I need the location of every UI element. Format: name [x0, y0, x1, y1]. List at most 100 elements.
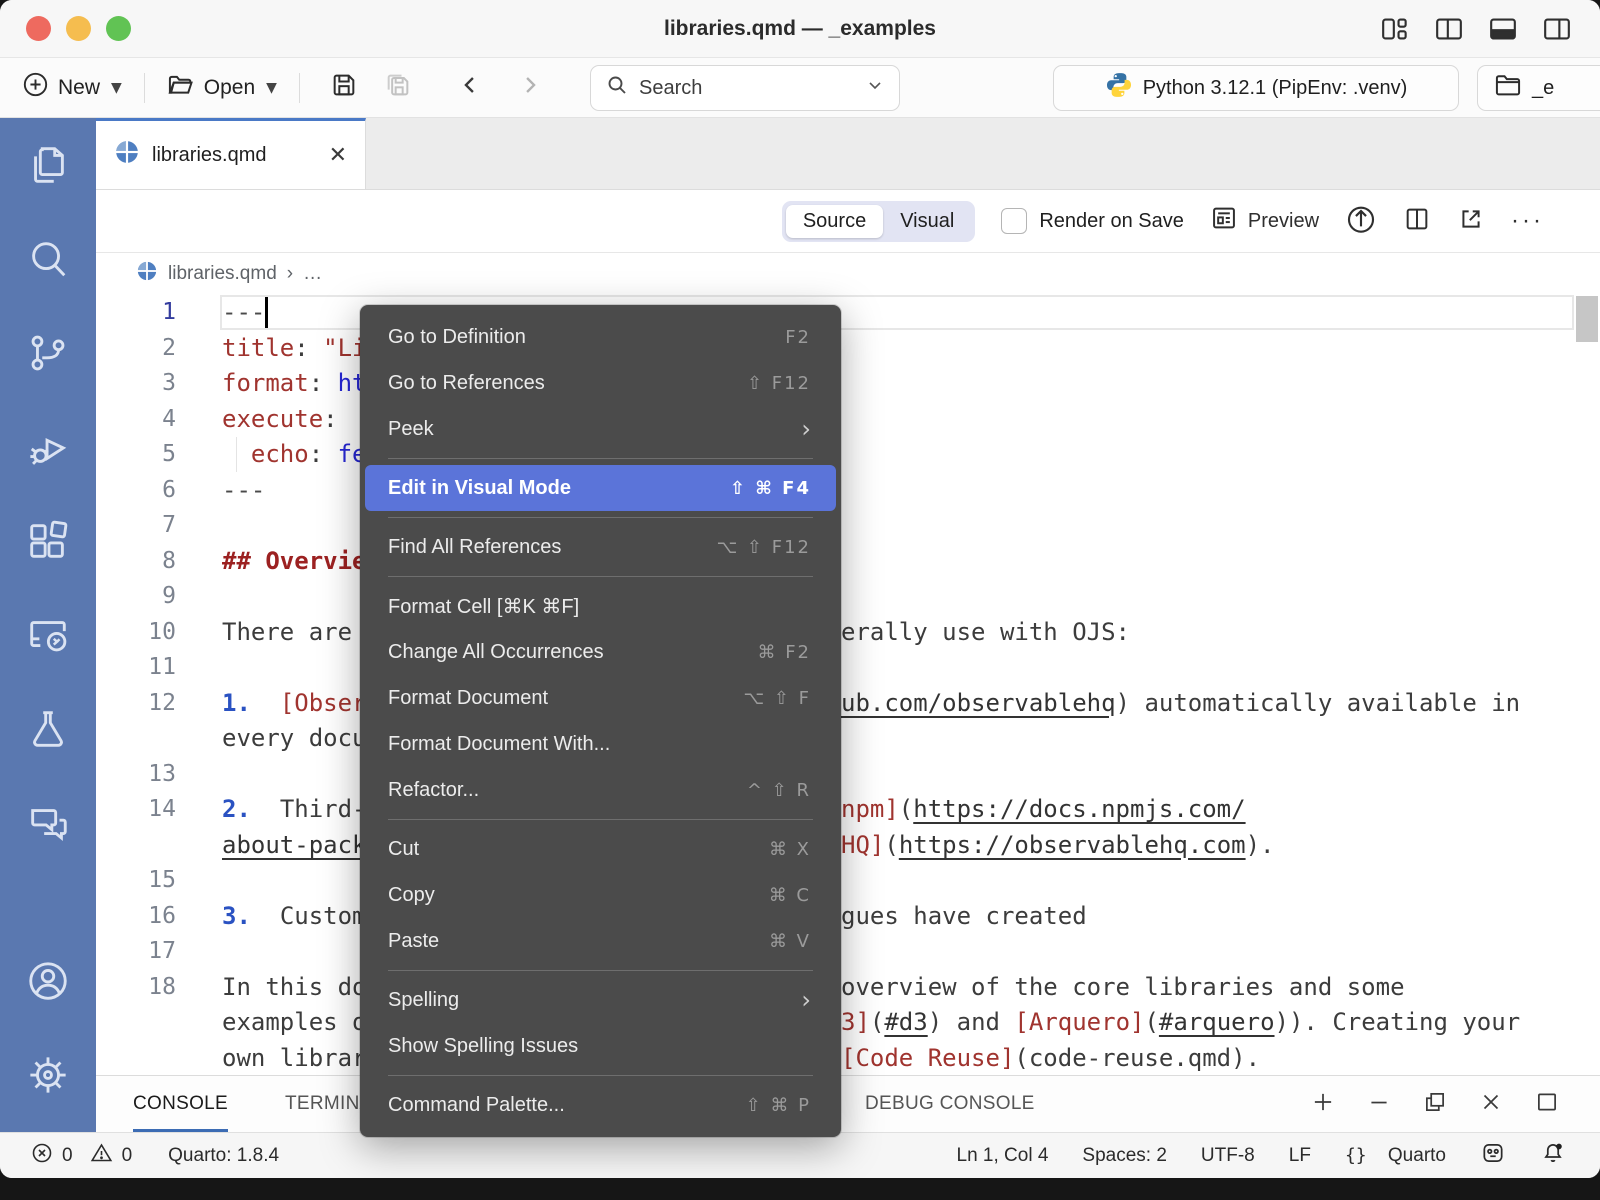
render-document-icon[interactable]: [1345, 203, 1377, 240]
menu-item-refactor[interactable]: Refactor...^ ⇧ R: [360, 767, 841, 813]
source-mode-button[interactable]: Source: [786, 205, 883, 238]
menu-item-spelling[interactable]: Spelling›: [360, 977, 841, 1023]
menu-item-command-palette[interactable]: Command Palette...⇧ ⌘ P: [360, 1082, 841, 1128]
menu-item-label: Show Spelling Issues: [388, 1035, 811, 1058]
code-line: own librar[Code Reuse](code-reuse.qmd).: [96, 1041, 1600, 1076]
save-all-button[interactable]: [384, 71, 412, 105]
code-token: #d3: [884, 1008, 927, 1036]
python-logo-icon: [1105, 71, 1133, 105]
toggle-primary-sidebar-icon[interactable]: [1434, 16, 1464, 42]
code-line: 7: [96, 508, 1600, 544]
breadcrumb-file[interactable]: libraries.qmd: [168, 263, 277, 285]
more-actions-icon[interactable]: ···: [1511, 207, 1544, 235]
open-button[interactable]: Open ▼: [167, 72, 277, 104]
breadcrumb-more[interactable]: …: [303, 263, 322, 285]
close-tab-icon[interactable]: ✕: [329, 143, 347, 168]
code-token: execute: [222, 405, 323, 433]
sidebar-item-sessions[interactable]: [0, 588, 96, 682]
sidebar-item-explorer[interactable]: [0, 118, 96, 212]
panel-tab-console[interactable]: CONSOLE: [133, 1076, 228, 1132]
menu-item-shortcut: ⇧ ⌘ F4: [730, 478, 811, 499]
sidebar-item-source-control[interactable]: [0, 306, 96, 400]
feedback-smiley-icon[interactable]: [1480, 1140, 1506, 1172]
code-token: every docu: [222, 724, 367, 752]
panel-plus-icon[interactable]: [1310, 1089, 1336, 1120]
customize-layout-icon[interactable]: [1380, 16, 1410, 42]
breadcrumb-separator: ›: [287, 263, 293, 285]
interpreter-selector[interactable]: Python 3.12.1 (PipEnv: .venv): [1053, 65, 1459, 111]
sidebar-item-run-debug[interactable]: [0, 400, 96, 494]
search-placeholder: Search: [639, 77, 865, 100]
menu-item-go-to-references[interactable]: Go to References⇧ F12: [360, 360, 841, 406]
menu-item-change-all-occurrences[interactable]: Change All Occurrences⌘ F2: [360, 629, 841, 675]
workspace-folder-button[interactable]: _e: [1477, 65, 1600, 111]
sidebar-item-extensions[interactable]: [0, 494, 96, 588]
menu-item-shortcut: ⌘ V: [769, 931, 811, 952]
quarto-version[interactable]: Quarto: 1.8.4: [168, 1145, 279, 1167]
menu-item-show-spelling-issues[interactable]: Show Spelling Issues: [360, 1023, 841, 1069]
code-token: 1.: [222, 689, 251, 717]
code-line: 17: [96, 934, 1600, 970]
eol-sequence[interactable]: LF: [1289, 1145, 1311, 1167]
preview-button[interactable]: Preview: [1210, 204, 1319, 238]
open-label: Open: [204, 76, 255, 100]
panel-restore-icon[interactable]: [1422, 1089, 1448, 1120]
visual-mode-button[interactable]: Visual: [883, 205, 971, 238]
panel-minimize-icon[interactable]: [1366, 1089, 1392, 1120]
menu-item-shortcut: ⌥ ⇧ F: [743, 688, 811, 709]
line-number: 6: [96, 473, 176, 509]
problems-indicator[interactable]: 0 0: [30, 1141, 132, 1171]
code-token: ---: [222, 298, 265, 326]
menu-separator: [388, 458, 813, 459]
panel-close-icon[interactable]: [1478, 1089, 1504, 1120]
status-bar: 0 0 Quarto: 1.8.4 Ln 1, Col 4 Spaces: 2 …: [0, 1132, 1600, 1178]
code-token: https://observablehq.com: [899, 831, 1246, 859]
open-in-new-window-icon[interactable]: [1457, 205, 1485, 238]
line-number: 8: [96, 544, 176, 580]
code-token: 2.: [222, 795, 251, 823]
new-button[interactable]: New ▼: [22, 71, 122, 104]
cursor-position[interactable]: Ln 1, Col 4: [957, 1145, 1049, 1167]
line-number: [96, 828, 176, 864]
code-token: HQ]: [841, 831, 884, 859]
panel-tab-debug-console[interactable]: DEBUG CONSOLE: [865, 1076, 1035, 1132]
menu-item-format-document-with[interactable]: Format Document With...: [360, 721, 841, 767]
panel-layout-icon[interactable]: [1534, 1089, 1560, 1120]
menu-item-find-all-references[interactable]: Find All References⌥ ⇧ F12: [360, 524, 841, 570]
save-button[interactable]: [330, 71, 358, 105]
account-button[interactable]: [0, 934, 96, 1028]
menu-item-peek[interactable]: Peek›: [360, 406, 841, 452]
toggle-panel-icon[interactable]: [1488, 16, 1518, 42]
tab-label: libraries.qmd: [152, 144, 266, 167]
divider: [144, 73, 145, 103]
back-button[interactable]: [456, 71, 484, 105]
toggle-secondary-sidebar-icon[interactable]: [1542, 16, 1572, 42]
forward-button[interactable]: [516, 71, 544, 105]
notifications-bell-icon[interactable]: [1540, 1140, 1566, 1172]
tab-libraries-qmd[interactable]: libraries.qmd ✕: [96, 118, 366, 189]
code-text: format: ht: [176, 366, 367, 402]
indentation[interactable]: Spaces: 2: [1082, 1145, 1167, 1167]
menu-item-paste[interactable]: Paste⌘ V: [360, 918, 841, 964]
sidebar-item-comments[interactable]: [0, 776, 96, 870]
code-token: examples o: [222, 1008, 367, 1036]
split-editor-icon[interactable]: [1403, 205, 1431, 238]
menu-item-format-document[interactable]: Format Document⌥ ⇧ F: [360, 675, 841, 721]
menu-item-edit-in-visual-mode[interactable]: Edit in Visual Mode⇧ ⌘ F4: [365, 465, 836, 511]
editor-code-area[interactable]: 1---2title: "Li3format: ht4execute:5 ech…: [96, 295, 1600, 1075]
menu-item-go-to-definition[interactable]: Go to DefinitionF2: [360, 314, 841, 360]
language-mode[interactable]: {} Quarto: [1345, 1145, 1446, 1167]
menu-item-copy[interactable]: Copy⌘ C: [360, 872, 841, 918]
sidebar-item-testing[interactable]: [0, 682, 96, 776]
render-on-save-checkbox[interactable]: [1001, 208, 1027, 234]
sidebar-item-search[interactable]: [0, 212, 96, 306]
encoding[interactable]: UTF-8: [1201, 1145, 1255, 1167]
settings-button[interactable]: [0, 1028, 96, 1122]
search-input[interactable]: Search: [590, 65, 900, 111]
code-text: title: "Li: [176, 331, 367, 367]
menu-item-format-cell-k-f[interactable]: Format Cell [⌘K ⌘F]: [360, 583, 841, 629]
code-token: (: [884, 831, 898, 859]
menu-item-cut[interactable]: Cut⌘ X: [360, 826, 841, 872]
code-token: :: [294, 334, 323, 362]
code-line: 18In this dooverview of the core librari…: [96, 970, 1600, 1006]
